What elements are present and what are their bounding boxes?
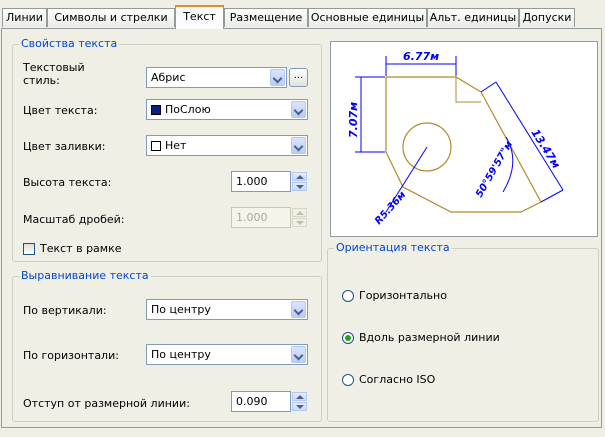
- preview-dim-radius: R5.36м: [373, 190, 408, 227]
- orientation-horizontal-label[interactable]: Горизонтально: [359, 289, 447, 302]
- tab-symbols-arrows[interactable]: Символы и стрелки: [47, 8, 175, 27]
- tab-label: Линии: [6, 11, 43, 24]
- chevron-down-icon[interactable]: [291, 101, 306, 118]
- text-height-spinner[interactable]: [292, 172, 307, 191]
- text-properties-group: Свойства текста Текстовый стиль: Абрис .…: [12, 37, 322, 262]
- fill-color-select[interactable]: Нет: [146, 135, 308, 156]
- tab-placement[interactable]: Размещение: [224, 8, 308, 27]
- tab-lines[interactable]: Линии: [2, 8, 47, 27]
- text-style-browse-button[interactable]: ...: [289, 68, 308, 87]
- chevron-down-icon[interactable]: [291, 346, 306, 363]
- offset-input[interactable]: 0.090: [231, 391, 291, 412]
- tab-label: Основные единицы: [310, 11, 425, 24]
- preview-dim-angle: 50°59'57"м: [474, 139, 515, 199]
- text-orientation-group: Ориентация текста Горизонтально Вдоль ра…: [327, 241, 599, 422]
- orientation-iso-radio[interactable]: [342, 374, 354, 386]
- chevron-down-icon[interactable]: [291, 301, 306, 318]
- fraction-scale-value: 1.000: [236, 211, 268, 224]
- fill-color-label: Цвет заливки:: [23, 140, 106, 153]
- fraction-scale-label: Масштаб дробей:: [23, 213, 125, 226]
- tab-label: Допуски: [522, 11, 572, 24]
- color-swatch-icon: [151, 141, 161, 151]
- tab-strip: Линии Символы и стрелки Текст Размещение…: [0, 0, 605, 29]
- text-height-label: Высота текста:: [23, 176, 112, 189]
- orientation-horizontal-radio[interactable]: [342, 290, 354, 302]
- vertical-alignment-value: По центру: [151, 303, 211, 316]
- text-color-value: ПоСлою: [165, 103, 211, 116]
- orientation-along-line-radio[interactable]: [342, 332, 354, 344]
- offset-spinner[interactable]: [292, 392, 307, 411]
- vertical-alignment-select[interactable]: По центру: [146, 299, 308, 320]
- offset-label: Отступ от размерной линии:: [23, 397, 190, 410]
- text-color-label: Цвет текста:: [23, 104, 98, 117]
- text-style-select[interactable]: Абрис: [146, 67, 287, 88]
- orientation-along-line-label[interactable]: Вдоль размерной линии: [359, 331, 500, 344]
- text-color-select[interactable]: ПоСлою: [146, 99, 308, 120]
- dimension-preview-drawing: 6.77м 7.07м 13.47м 50°59'57"м R5.36м: [347, 50, 564, 227]
- horizontal-alignment-label: По горизонтали:: [23, 349, 119, 362]
- fraction-scale-input: 1.000: [231, 207, 291, 228]
- frame-checkbox[interactable]: [23, 243, 35, 255]
- spin-up-icon[interactable]: [292, 172, 307, 181]
- tab-panel: Свойства текста Текстовый стиль: Абрис .…: [1, 28, 602, 428]
- horizontal-alignment-select[interactable]: По центру: [146, 344, 308, 365]
- tab-label: Альт. единицы: [429, 11, 517, 24]
- text-alignment-group: Выравнивание текста По вертикали: По цен…: [12, 269, 322, 422]
- tab-label: Размещение: [229, 11, 303, 24]
- tab-primary-units[interactable]: Основные единицы: [308, 8, 427, 27]
- fill-color-value: Нет: [165, 139, 187, 152]
- spin-down-icon[interactable]: [292, 402, 307, 411]
- chevron-down-icon[interactable]: [291, 137, 306, 154]
- spin-up-icon[interactable]: [292, 392, 307, 401]
- preview-dim-right: 13.47м: [528, 127, 562, 171]
- text-height-value: 1.000: [236, 175, 268, 188]
- text-height-input[interactable]: 1.000: [231, 171, 291, 192]
- tab-alt-units[interactable]: Альт. единицы: [427, 8, 519, 27]
- text-orientation-title: Ориентация текста: [334, 241, 452, 255]
- preview-outline: [385, 76, 542, 213]
- spin-down-icon[interactable]: [292, 182, 307, 191]
- orientation-iso-label[interactable]: Согласно ISO: [359, 373, 435, 386]
- frame-label[interactable]: Текст в рамке: [40, 242, 122, 255]
- vertical-alignment-label: По вертикали:: [23, 304, 107, 317]
- preview-dim-left: 7.07м: [347, 102, 360, 138]
- horizontal-alignment-value: По центру: [151, 348, 211, 361]
- spin-up-icon: [292, 208, 307, 217]
- tab-text[interactable]: Текст: [175, 5, 224, 29]
- tab-label: Символы и стрелки: [54, 11, 168, 24]
- text-style-value: Абрис: [151, 71, 186, 84]
- color-swatch-icon: [151, 105, 161, 115]
- fraction-scale-spinner: [292, 208, 307, 227]
- preview-area: 6.77м 7.07м 13.47м 50°59'57"м R5.36м: [330, 41, 598, 237]
- text-alignment-title: Выравнивание текста: [19, 269, 151, 283]
- ellipsis-label: ...: [293, 70, 304, 81]
- preview-dim-top: 6.77м: [403, 50, 439, 63]
- text-properties-title: Свойства текста: [19, 37, 120, 51]
- tab-label: Текст: [183, 10, 216, 23]
- spin-down-icon: [292, 218, 307, 227]
- text-style-label: Текстовый стиль:: [23, 61, 85, 87]
- chevron-down-icon[interactable]: [270, 69, 285, 86]
- offset-value: 0.090: [236, 395, 268, 408]
- tab-tolerances[interactable]: Допуски: [519, 8, 575, 27]
